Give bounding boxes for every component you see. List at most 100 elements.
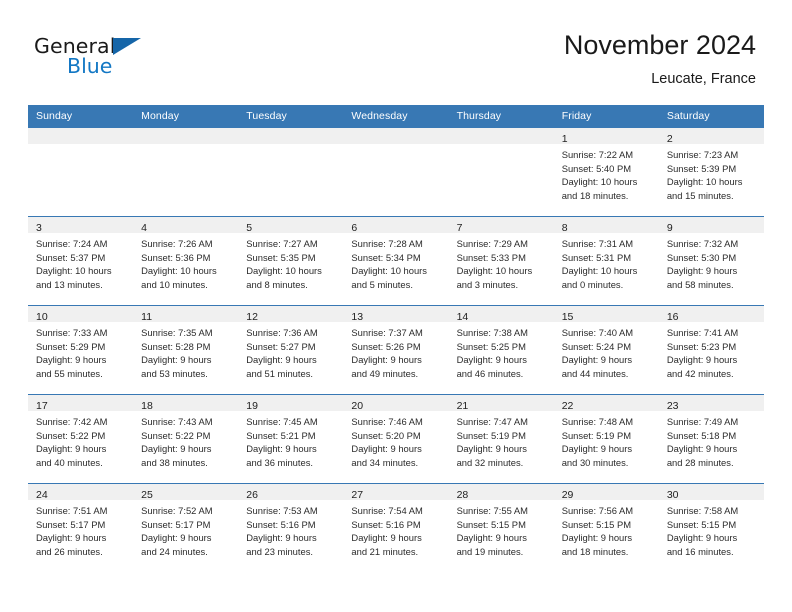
day-cell-13[interactable]: 13 Sunrise: 7:37 AM Sunset: 5:26 PM Dayligh… (343, 306, 449, 394)
calendar-week-row: 3 Sunrise: 7:24 AM Sunset: 5:37 PM Daylight… (28, 216, 764, 305)
calendar-page: General Blue November 2024 Leucate, Fran… (0, 0, 792, 612)
weekday-header-thursday: Thursday (456, 110, 502, 122)
day-cell-10[interactable]: 10 Sunrise: 7:33 AM Sunset: 5:29 PM Dayligh… (28, 306, 134, 394)
day-info-line: Sunset: 5:40 PM (561, 162, 632, 174)
calendar-week-row: 1 Sunrise: 7:22 AM Sunset: 5:40 PM Daylight… (28, 128, 764, 216)
day-number: 24 (36, 489, 48, 501)
day-info-line: Sunset: 5:15 PM (666, 518, 737, 530)
day-cell-14[interactable]: 14 Sunrise: 7:38 AM Sunset: 5:25 PM Dayligh… (448, 306, 554, 394)
day-info-line: Daylight: 9 hours (141, 443, 212, 455)
day-info-line: Sunset: 5:19 PM (561, 429, 632, 441)
day-info-line: and 26 minutes. (36, 545, 103, 557)
day-info-line: Sunrise: 7:55 AM (456, 505, 528, 516)
day-info-line: Sunrise: 7:27 AM (246, 238, 318, 249)
day-cell-11[interactable]: 11 Sunrise: 7:35 AM Sunset: 5:28 PM Dayligh… (133, 306, 239, 394)
day-number-band: 24 (28, 484, 134, 501)
day-number: 18 (141, 400, 153, 412)
day-number: 29 (561, 489, 574, 501)
day-info-line: Sunset: 5:18 PM (666, 429, 737, 441)
day-sun-info: Sunrise: 7:40 AM Sunset: 5:24 PM Daylight:… (554, 322, 659, 380)
day-number-band: 29 (553, 484, 659, 501)
day-number: 23 (666, 400, 679, 412)
day-sun-info (449, 144, 554, 148)
day-cell-9[interactable]: 9 Sunrise: 7:32 AM Sunset: 5:30 PM Daylight… (658, 217, 764, 305)
day-sun-info: Sunrise: 7:22 AM Sunset: 5:40 PM Daylight:… (554, 144, 659, 202)
day-number-band (133, 128, 239, 144)
day-number: 19 (246, 400, 258, 412)
day-cell-20[interactable]: 20 Sunrise: 7:46 AM Sunset: 5:20 PM Dayligh… (343, 395, 449, 483)
general-blue-logo[interactable]: General Blue (34, 34, 164, 82)
day-info-line: Sunset: 5:20 PM (351, 429, 421, 441)
day-number-band: 15 (553, 306, 659, 323)
day-info-line: Daylight: 10 hours (246, 265, 322, 277)
day-cell-27[interactable]: 27 Sunrise: 7:54 AM Sunset: 5:16 PM Dayligh… (343, 484, 449, 572)
day-cell-18[interactable]: 18 Sunrise: 7:43 AM Sunset: 5:22 PM Dayligh… (133, 395, 239, 483)
day-number: 7 (456, 222, 463, 234)
day-sun-info: Sunrise: 7:24 AM Sunset: 5:37 PM Daylight:… (28, 233, 133, 291)
day-info-line: Sunset: 5:16 PM (351, 518, 421, 530)
day-cell-6[interactable]: 6 Sunrise: 7:28 AM Sunset: 5:34 PM Daylight… (343, 217, 449, 305)
day-cell-28[interactable]: 28 Sunrise: 7:55 AM Sunset: 5:15 PM Dayligh… (448, 484, 554, 572)
day-cell-15[interactable]: 15 Sunrise: 7:40 AM Sunset: 5:24 PM Dayligh… (553, 306, 659, 394)
day-info-line: Sunrise: 7:37 AM (351, 327, 423, 338)
logo-triangle-icon (113, 38, 141, 55)
day-info-line: Daylight: 9 hours (246, 532, 317, 544)
day-number-band: 5 (238, 217, 344, 234)
day-cell-21[interactable]: 21 Sunrise: 7:47 AM Sunset: 5:19 PM Dayligh… (448, 395, 554, 483)
day-cell-empty (448, 128, 554, 216)
day-number: 9 (666, 222, 673, 234)
day-cell-26[interactable]: 26 Sunrise: 7:53 AM Sunset: 5:16 PM Dayligh… (238, 484, 344, 572)
day-sun-info: Sunrise: 7:49 AM Sunset: 5:18 PM Daylight:… (659, 411, 764, 469)
day-sun-info: Sunrise: 7:53 AM Sunset: 5:16 PM Daylight:… (238, 500, 343, 558)
day-info-line: and 23 minutes. (246, 545, 313, 557)
day-info-line: Sunset: 5:30 PM (666, 251, 737, 263)
day-number: 30 (666, 489, 679, 501)
day-number: 28 (456, 489, 469, 501)
day-cell-17[interactable]: 17 Sunrise: 7:42 AM Sunset: 5:22 PM Dayligh… (28, 395, 134, 483)
day-cell-4[interactable]: 4 Sunrise: 7:26 AM Sunset: 5:36 PM Daylight… (133, 217, 239, 305)
day-cell-24[interactable]: 24 Sunrise: 7:51 AM Sunset: 5:17 PM Dayligh… (28, 484, 134, 572)
day-cell-7[interactable]: 7 Sunrise: 7:29 AM Sunset: 5:33 PM Daylight… (448, 217, 554, 305)
day-number-band: 2 (658, 128, 764, 145)
day-cell-2[interactable]: 2 Sunrise: 7:23 AM Sunset: 5:39 PM Daylight… (658, 128, 764, 216)
day-info-line: and 53 minutes. (141, 367, 208, 379)
day-info-line: Daylight: 10 hours (456, 265, 533, 277)
day-info-line: Sunrise: 7:36 AM (246, 327, 318, 338)
day-sun-info: Sunrise: 7:26 AM Sunset: 5:36 PM Daylight:… (133, 233, 238, 291)
day-sun-info: Sunrise: 7:33 AM Sunset: 5:29 PM Daylight:… (28, 322, 133, 380)
day-info-line: Sunset: 5:34 PM (351, 251, 421, 263)
day-cell-5[interactable]: 5 Sunrise: 7:27 AM Sunset: 5:35 PM Daylight… (238, 217, 344, 305)
day-number-band (343, 128, 449, 144)
weekday-header-sunday: Sunday (36, 110, 73, 122)
day-info-line: Sunrise: 7:22 AM (561, 149, 634, 160)
day-cell-23[interactable]: 23 Sunrise: 7:49 AM Sunset: 5:18 PM Dayligh… (658, 395, 764, 483)
day-cell-8[interactable]: 8 Sunrise: 7:31 AM Sunset: 5:31 PM Daylight… (553, 217, 659, 305)
day-info-line: Daylight: 9 hours (141, 532, 212, 544)
day-info-line: and 3 minutes. (456, 278, 519, 290)
day-info-line: Sunset: 5:35 PM (246, 251, 316, 263)
day-cell-empty (238, 128, 344, 216)
day-info-line: Daylight: 9 hours (666, 354, 738, 366)
day-number-band: 20 (343, 395, 449, 412)
day-sun-info: Sunrise: 7:54 AM Sunset: 5:16 PM Daylight:… (343, 500, 448, 558)
day-cell-3[interactable]: 3 Sunrise: 7:24 AM Sunset: 5:37 PM Daylight… (28, 217, 134, 305)
day-cell-empty (343, 128, 449, 216)
day-info-line: Sunrise: 7:54 AM (351, 505, 423, 516)
day-info-line: Daylight: 9 hours (666, 532, 738, 544)
day-cell-19[interactable]: 19 Sunrise: 7:45 AM Sunset: 5:21 PM Dayligh… (238, 395, 344, 483)
day-info-line: Sunset: 5:22 PM (36, 429, 106, 441)
day-cell-29[interactable]: 29 Sunrise: 7:56 AM Sunset: 5:15 PM Dayligh… (553, 484, 659, 572)
day-cell-16[interactable]: 16 Sunrise: 7:41 AM Sunset: 5:23 PM Dayligh… (658, 306, 764, 394)
logo-text-blue: Blue (67, 54, 113, 78)
day-number-band: 14 (448, 306, 554, 323)
day-cell-25[interactable]: 25 Sunrise: 7:52 AM Sunset: 5:17 PM Dayligh… (133, 484, 239, 572)
day-number-band: 23 (658, 395, 764, 412)
day-cell-12[interactable]: 12 Sunrise: 7:36 AM Sunset: 5:27 PM Dayligh… (238, 306, 344, 394)
day-cell-30[interactable]: 30 Sunrise: 7:58 AM Sunset: 5:15 PM Dayligh… (658, 484, 764, 572)
day-info-line: and 34 minutes. (351, 456, 419, 468)
day-cell-22[interactable]: 22 Sunrise: 7:48 AM Sunset: 5:19 PM Dayligh… (553, 395, 659, 483)
day-cell-1[interactable]: 1 Sunrise: 7:22 AM Sunset: 5:40 PM Daylight… (553, 128, 659, 216)
day-info-line: and 28 minutes. (666, 456, 734, 468)
day-info-line: Sunset: 5:22 PM (141, 429, 211, 441)
day-info-line: Sunrise: 7:52 AM (141, 505, 213, 516)
